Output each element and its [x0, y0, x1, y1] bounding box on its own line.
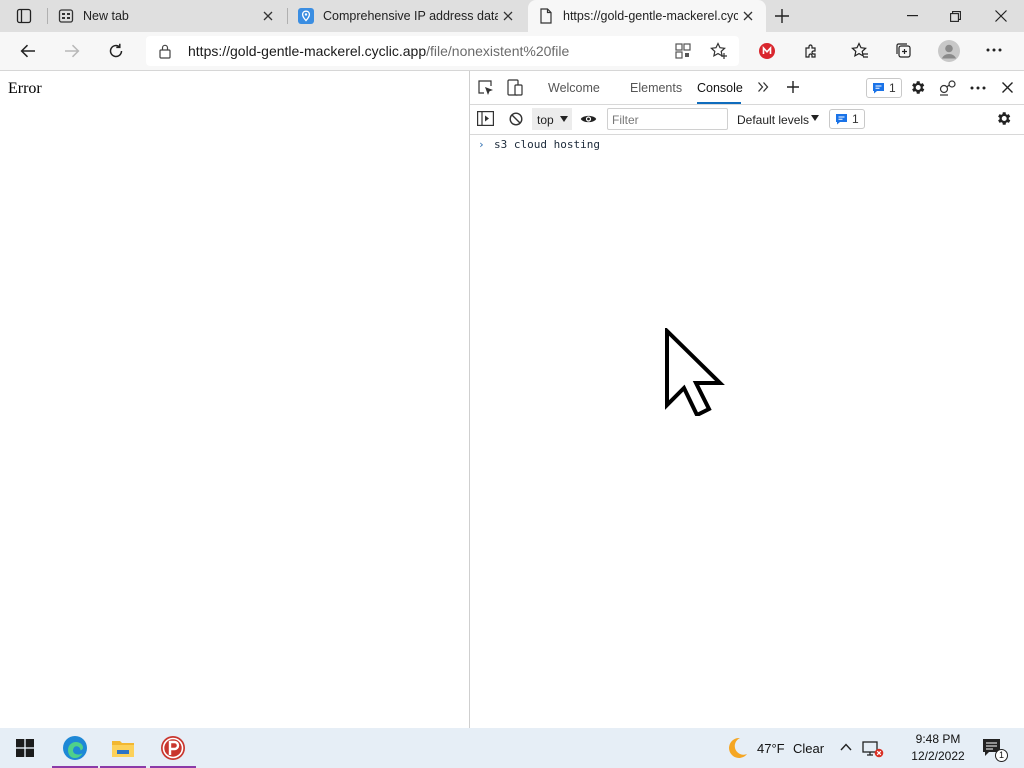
console-sidebar-icon[interactable] — [477, 111, 494, 126]
close-tab-icon[interactable] — [498, 6, 518, 26]
devtools-close-icon[interactable] — [1002, 82, 1013, 93]
tab-new-tab[interactable]: New tab — [48, 0, 286, 32]
taskbar-edge[interactable] — [52, 728, 98, 768]
new-tab-icon — [58, 8, 74, 24]
message-icon — [836, 114, 847, 125]
levels-dropdown-arrow-icon — [811, 115, 819, 121]
psiphon-app-icon — [161, 736, 185, 760]
refresh-button[interactable] — [100, 35, 132, 67]
device-emulation-icon[interactable] — [507, 79, 523, 96]
live-expression-eye-icon[interactable] — [580, 113, 597, 125]
tab-ipinfo[interactable]: Comprehensive IP address data, IP geoloc… — [288, 0, 526, 32]
context-label: top — [537, 113, 554, 127]
show-hidden-icons-chevron-icon[interactable] — [840, 743, 852, 751]
url-text[interactable]: https://gold-gentle-mackerel.cyclic.app/… — [188, 43, 569, 59]
console-prompt-chevron-icon: › — [478, 138, 485, 151]
weather-moon-icon[interactable] — [725, 736, 749, 760]
devtools-tab-console[interactable]: Console — [697, 81, 743, 95]
start-button[interactable] — [2, 728, 48, 768]
tab-title: https://gold-gentle-mackerel.cyclic.app/… — [563, 9, 738, 23]
minimize-button[interactable] — [892, 0, 932, 32]
edge-browser-icon — [63, 736, 87, 760]
clock-date[interactable]: 12/2/2022 — [905, 749, 971, 763]
folder-icon — [112, 741, 134, 757]
add-tool-plus-icon[interactable] — [787, 81, 799, 93]
page-error-text: Error — [8, 80, 42, 97]
forward-button[interactable] — [56, 35, 88, 67]
url-host: https://gold-gentle-mackerel.cyclic.app — [188, 43, 427, 59]
connected-devices-icon[interactable] — [939, 79, 957, 96]
ipinfo-favicon — [298, 8, 314, 24]
messages-count: 1 — [852, 112, 859, 126]
console-input-line[interactable]: s3 cloud hosting — [494, 138, 600, 151]
console-settings-gear-icon[interactable] — [995, 110, 1012, 127]
close-window-button[interactable] — [981, 0, 1021, 32]
devtools-tab-elements[interactable]: Elements — [630, 81, 682, 95]
weather-condition[interactable]: Clear — [793, 741, 824, 756]
extensions-icon[interactable] — [803, 43, 819, 59]
restore-button[interactable] — [935, 0, 975, 32]
extension-mega-icon[interactable] — [759, 43, 775, 59]
minimize-icon — [906, 15, 918, 17]
new-tab-button[interactable] — [766, 0, 798, 32]
network-disconnected-icon[interactable] — [862, 740, 884, 758]
tab-title: New tab — [83, 9, 129, 23]
restore-icon — [949, 10, 961, 22]
favorites-icon[interactable] — [851, 42, 869, 60]
notification-count-badge: 1 — [995, 749, 1008, 762]
close-icon — [995, 10, 1007, 22]
url-path: /file/nonexistent%20file — [426, 43, 570, 59]
devtools-tab-welcome[interactable]: Welcome — [548, 81, 600, 95]
refresh-icon — [109, 43, 123, 58]
tab-actions-button[interactable] — [8, 0, 40, 32]
lock-icon[interactable] — [158, 43, 172, 59]
tab-actions-icon — [16, 8, 32, 24]
close-tab-icon[interactable] — [738, 6, 758, 26]
dropdown-arrow-icon — [560, 116, 568, 122]
message-icon — [873, 83, 884, 94]
devtools-more-icon[interactable] — [970, 86, 986, 90]
profile-avatar[interactable] — [938, 40, 960, 62]
settings-more-icon[interactable] — [986, 48, 1002, 52]
app-available-icon[interactable] — [675, 43, 691, 59]
taskbar-file-explorer[interactable] — [100, 728, 146, 768]
devtools-panel — [469, 71, 1024, 728]
filter-placeholder: Filter — [612, 113, 639, 127]
collections-icon[interactable] — [895, 42, 913, 60]
tab-title: Comprehensive IP address data, IP geoloc… — [323, 9, 498, 23]
back-button[interactable] — [12, 35, 44, 67]
add-favorite-icon[interactable] — [710, 42, 728, 60]
plus-icon — [775, 9, 789, 23]
clock-time[interactable]: 9:48 PM — [905, 732, 971, 746]
back-arrow-icon — [20, 44, 35, 58]
windows-logo-icon — [16, 739, 34, 757]
log-levels-dropdown[interactable]: Default levels — [737, 113, 809, 127]
devtools-settings-gear-icon[interactable] — [909, 79, 926, 96]
page-icon — [538, 8, 554, 24]
clear-console-icon[interactable] — [509, 112, 523, 126]
weather-temperature[interactable]: 47°F — [757, 741, 785, 756]
web-page — [0, 71, 469, 728]
console-messages-badge[interactable]: 1 — [829, 109, 865, 129]
more-tabs-chevron-icon[interactable] — [757, 81, 769, 93]
issues-count: 1 — [889, 81, 896, 95]
taskbar-psiphon[interactable] — [150, 728, 196, 768]
close-tab-icon[interactable] — [258, 6, 278, 26]
tab-current[interactable]: https://gold-gentle-mackerel.cyclic.app/… — [528, 0, 766, 32]
mouse-cursor-icon — [664, 328, 726, 416]
forward-arrow-icon — [65, 44, 80, 58]
inspect-element-icon[interactable] — [477, 79, 494, 96]
issues-badge[interactable]: 1 — [866, 78, 902, 98]
